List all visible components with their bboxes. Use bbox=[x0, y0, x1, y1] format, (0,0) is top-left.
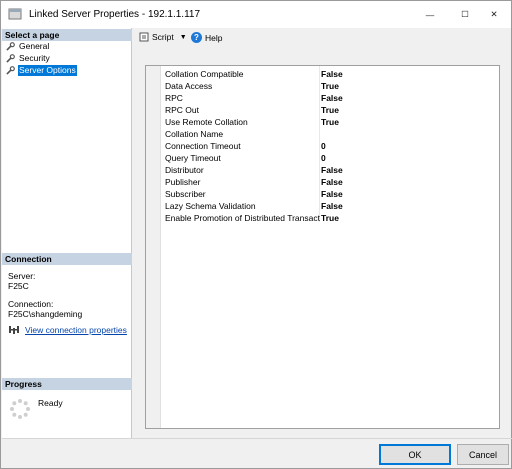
property-row[interactable]: Publisher False bbox=[161, 176, 500, 188]
property-value[interactable]: False bbox=[321, 69, 343, 79]
wrench-icon bbox=[6, 42, 15, 51]
property-row[interactable]: Data Access True bbox=[161, 80, 500, 92]
property-name: Data Access bbox=[165, 81, 213, 91]
grid-gutter bbox=[146, 66, 161, 428]
property-row[interactable]: RPC False bbox=[161, 92, 500, 104]
property-value[interactable]: False bbox=[321, 177, 343, 187]
property-value[interactable]: False bbox=[321, 201, 343, 211]
progress-header: Progress bbox=[2, 378, 132, 390]
select-page-header: Select a page bbox=[2, 29, 132, 41]
close-button[interactable]: ✕ bbox=[475, 1, 512, 28]
property-name: Connection Timeout bbox=[165, 141, 241, 151]
property-row[interactable]: Use Remote Collation True bbox=[161, 116, 500, 128]
ok-button[interactable]: OK bbox=[379, 444, 451, 465]
linked-server-properties-window: Linked Server Properties - 192.1.1.117 —… bbox=[0, 0, 512, 469]
page-item-server-options[interactable]: Server Options bbox=[6, 65, 77, 76]
wrench-icon bbox=[6, 66, 15, 75]
chevron-down-icon[interactable]: ▼ bbox=[180, 34, 187, 41]
page-item-security[interactable]: Security bbox=[6, 53, 51, 64]
property-value[interactable]: False bbox=[321, 165, 343, 175]
connection-header: Connection bbox=[2, 253, 132, 265]
property-row[interactable]: Subscriber False bbox=[161, 188, 500, 200]
property-row[interactable]: Collation Name bbox=[161, 128, 500, 140]
page-item-label: General bbox=[19, 41, 50, 51]
property-name: Subscriber bbox=[165, 189, 206, 199]
property-row[interactable]: Connection Timeout 0 bbox=[161, 140, 500, 152]
property-name: Use Remote Collation bbox=[165, 117, 248, 127]
property-name: Collation Name bbox=[165, 129, 224, 139]
property-row[interactable]: Lazy Schema Validation False bbox=[161, 200, 500, 212]
script-label: Script bbox=[152, 32, 174, 42]
title-bar: Linked Server Properties - 192.1.1.117 —… bbox=[1, 1, 511, 28]
connection-value: F25C\shangdeming bbox=[8, 309, 83, 319]
property-row[interactable]: Collation Compatible False bbox=[161, 68, 500, 80]
script-icon bbox=[139, 32, 149, 42]
cancel-button[interactable]: Cancel bbox=[457, 444, 509, 465]
property-row[interactable]: RPC Out True bbox=[161, 104, 500, 116]
property-name: Collation Compatible bbox=[165, 69, 244, 79]
server-label: Server: bbox=[8, 271, 36, 281]
progress-status: Ready bbox=[38, 398, 63, 408]
page-item-general[interactable]: General bbox=[6, 41, 50, 52]
property-value[interactable]: True bbox=[321, 117, 339, 127]
maximize-icon: ☐ bbox=[461, 9, 469, 19]
window-title: Linked Server Properties - 192.1.1.117 bbox=[29, 9, 201, 20]
property-name: Query Timeout bbox=[165, 153, 221, 163]
left-pane: Select a page General Security Server Op… bbox=[2, 28, 132, 438]
property-value[interactable]: True bbox=[321, 81, 339, 91]
page-item-label: Security bbox=[19, 53, 50, 63]
property-name: Distributor bbox=[165, 165, 204, 175]
minimize-icon: — bbox=[425, 9, 435, 20]
script-button[interactable]: Script ▼ bbox=[139, 32, 187, 42]
property-name: RPC bbox=[165, 93, 183, 103]
progress-spinner-icon bbox=[10, 399, 30, 419]
view-connection-properties-link[interactable]: View connection properties bbox=[25, 325, 127, 335]
property-name: Enable Promotion of Distributed Transact… bbox=[165, 213, 320, 223]
toolbar: Script ▼ ? Help bbox=[133, 29, 511, 49]
connection-label: Connection: bbox=[8, 299, 54, 309]
help-button[interactable]: ? Help bbox=[191, 32, 222, 43]
view-connection-properties[interactable]: View connection properties bbox=[8, 325, 127, 335]
connection-properties-icon bbox=[9, 326, 19, 334]
server-value: F25C bbox=[8, 281, 29, 291]
minimize-button[interactable]: — bbox=[411, 1, 449, 28]
property-value[interactable]: False bbox=[321, 93, 343, 103]
help-label: Help bbox=[205, 32, 223, 43]
property-row[interactable]: Query Timeout 0 bbox=[161, 152, 500, 164]
property-name: RPC Out bbox=[165, 105, 200, 115]
property-row[interactable]: Distributor False bbox=[161, 164, 500, 176]
property-value[interactable]: True bbox=[321, 213, 339, 223]
property-value[interactable]: True bbox=[321, 105, 339, 115]
property-value[interactable]: 0 bbox=[321, 141, 326, 151]
app-icon bbox=[8, 8, 22, 20]
server-options-property-grid[interactable]: Collation Compatible False Data Access Tru… bbox=[145, 65, 500, 429]
property-value[interactable]: False bbox=[321, 189, 343, 199]
property-row[interactable]: Enable Promotion of Distributed Transact… bbox=[161, 212, 500, 224]
page-item-label: Server Options bbox=[18, 65, 77, 76]
wrench-icon bbox=[6, 54, 15, 63]
bottom-divider bbox=[2, 438, 512, 439]
close-icon: ✕ bbox=[490, 9, 498, 19]
property-value[interactable]: 0 bbox=[321, 153, 326, 163]
property-name: Publisher bbox=[165, 177, 201, 187]
help-icon: ? bbox=[191, 32, 202, 43]
property-name: Lazy Schema Validation bbox=[165, 201, 256, 211]
